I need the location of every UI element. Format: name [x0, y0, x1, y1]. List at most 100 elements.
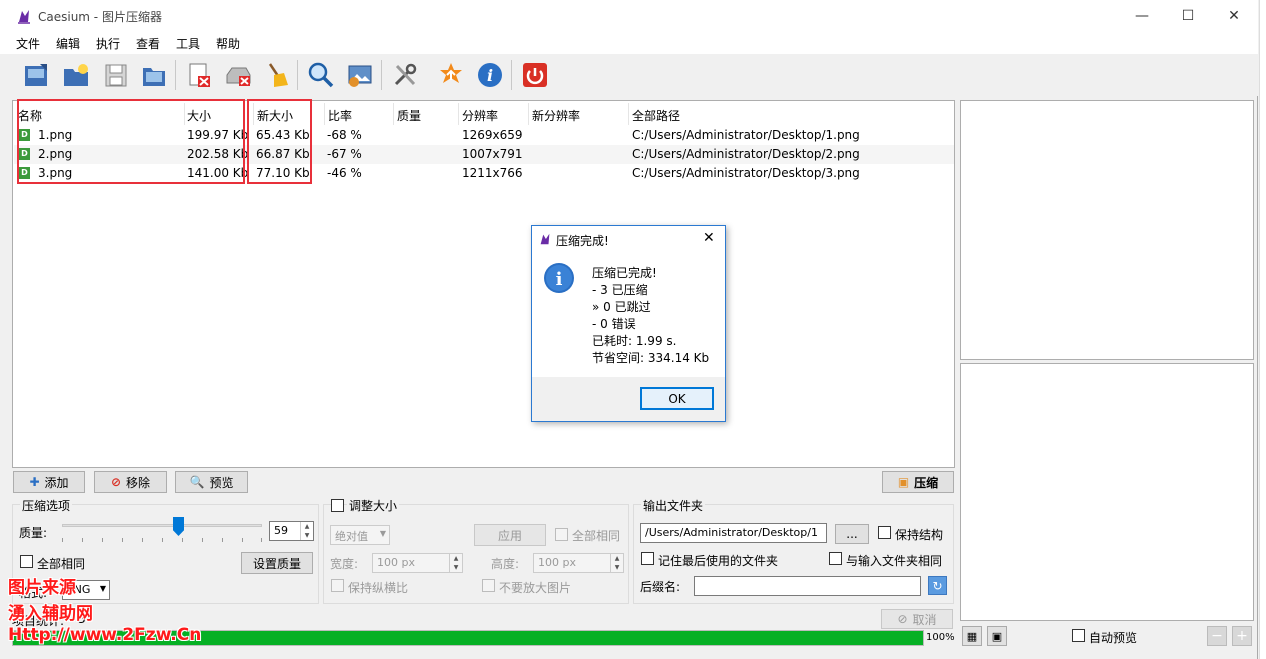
column-quality[interactable]: 质量 — [397, 107, 421, 124]
zoom-out-icon[interactable]: − — [1207, 626, 1227, 646]
output-folder-field[interactable]: /Users/Administrator/Desktop/1 — [640, 523, 827, 543]
remove-item-button[interactable] — [183, 59, 215, 91]
auto-preview-checkbox[interactable] — [1072, 629, 1085, 642]
clear-drive-icon — [226, 67, 251, 86]
open-list-icon — [143, 68, 165, 86]
clean-button[interactable] — [260, 59, 292, 91]
refresh-icon[interactable]: ↻ — [928, 576, 947, 595]
magnifier-icon — [308, 62, 334, 88]
fit-view-icon[interactable]: ▦ — [962, 626, 982, 646]
compress-icon: ▣ — [897, 475, 910, 489]
dialog-line: 压缩已完成! — [592, 266, 657, 280]
cancel-button[interactable]: ⊘ 取消 — [881, 609, 953, 629]
ok-button[interactable]: OK — [640, 387, 714, 410]
add-button[interactable]: ✚ 添加 — [13, 471, 85, 493]
add-pictures-button[interactable] — [20, 59, 52, 91]
update-star-icon — [440, 63, 462, 83]
clear-list-button[interactable] — [222, 59, 254, 91]
compare-button[interactable] — [305, 59, 337, 91]
actual-size-icon[interactable]: ▣ — [987, 626, 1007, 646]
maximize-button[interactable]: ☐ — [1165, 0, 1211, 32]
quality-slider-track[interactable] — [62, 524, 262, 527]
height-label: 高度: — [491, 557, 520, 571]
browse-button[interactable]: ... — [835, 524, 869, 544]
open-list-button[interactable] — [138, 59, 170, 91]
highlight-box-original — [17, 99, 245, 184]
zoom-in-icon[interactable]: + — [1232, 626, 1252, 646]
no-enlarge-checkbox[interactable] — [482, 579, 495, 592]
power-icon — [523, 63, 547, 87]
resize-checkbox[interactable] — [331, 499, 344, 512]
column-ratio[interactable]: 比率 — [328, 107, 352, 124]
image-preview-button[interactable] — [344, 59, 376, 91]
remove-button[interactable]: ⊘ 移除 — [94, 471, 167, 493]
update-button[interactable] — [435, 59, 467, 91]
dialog-line: 节省空间: 334.14 Kb — [592, 351, 710, 365]
save-icon — [105, 64, 127, 87]
same-as-input-checkbox[interactable] — [829, 552, 842, 565]
plus-icon: ✚ — [29, 475, 40, 489]
column-full-path[interactable]: 全部路径 — [632, 107, 680, 124]
keep-structure-checkbox[interactable] — [878, 526, 891, 539]
title-bar: Caesium - 图片压缩器 — ☐ ✕ — [0, 0, 1258, 32]
resize-same-for-all-label: 全部相同 — [572, 529, 621, 543]
quality-spinbox[interactable]: 59 ▲ ▼ — [269, 521, 314, 541]
save-list-button[interactable] — [100, 59, 132, 91]
folder-icon — [64, 64, 88, 86]
spin-arrows-icon[interactable]: ▲ ▼ — [449, 554, 462, 572]
resize-same-for-all-checkbox[interactable] — [555, 528, 568, 541]
cancel-icon: ⊘ — [897, 612, 908, 626]
dialog-line: - 0 错误 — [592, 317, 636, 331]
watermark-line3: Http://www.2Fzw.Cn — [8, 625, 202, 645]
spin-arrows-icon[interactable]: ▲ ▼ — [300, 522, 313, 540]
remember-last-label: 记住最后使用的文件夹 — [658, 554, 779, 568]
dialog-line: 已耗时: 1.99 s. — [592, 334, 677, 348]
dialog-body: i 压缩已完成! - 3 已压缩 » 0 已跳过 - 0 错误 已耗时: 1.9… — [532, 252, 725, 377]
menu-edit[interactable]: 编辑 — [56, 35, 80, 52]
menu-view[interactable]: 查看 — [136, 35, 160, 52]
minimize-button[interactable]: — — [1119, 0, 1165, 32]
compress-button[interactable]: ▣ 压缩 — [882, 471, 954, 493]
preview-button[interactable]: 🔍 预览 — [175, 471, 248, 493]
column-new-resolution[interactable]: 新分辨率 — [532, 107, 580, 124]
file-list[interactable]: 名称 大小 新大小 比率 质量 分辨率 新分辨率 全部路径 D 1.png 19… — [12, 99, 955, 468]
width-spinbox[interactable]: 100 px ▲ ▼ — [372, 553, 463, 573]
same-as-input-label: 与输入文件夹相同 — [846, 554, 943, 568]
apply-button[interactable]: 应用 — [474, 524, 546, 546]
column-resolution[interactable]: 分辨率 — [462, 107, 498, 124]
suffix-field[interactable] — [694, 576, 921, 596]
set-quality-button[interactable]: 设置质量 — [241, 552, 313, 574]
resize-mode-select[interactable]: 绝对值 ▼ — [330, 525, 390, 545]
caesium-logo-icon — [540, 233, 550, 245]
exit-button[interactable] — [519, 59, 551, 91]
toolbar: i — [0, 54, 1258, 96]
keep-ratio-checkbox[interactable] — [331, 579, 344, 592]
menu-bar: 文件 编辑 执行 查看 工具 帮助 — [0, 32, 1258, 54]
menu-tools[interactable]: 工具 — [176, 35, 200, 52]
quality-label: 质量: — [19, 526, 48, 540]
height-spinbox[interactable]: 100 px ▲ ▼ — [533, 553, 624, 573]
close-icon[interactable]: ✕ — [703, 230, 715, 246]
watermark-line1: 图片来源 — [8, 578, 76, 598]
resize-group-title: 调整大小 — [347, 497, 400, 514]
chevron-down-icon: ▼ — [99, 584, 106, 593]
window-title: Caesium - 图片压缩器 — [38, 10, 162, 24]
main-window: Caesium - 图片压缩器 — ☐ ✕ 文件 编辑 执行 查看 工具 帮助 — [0, 0, 1258, 659]
about-button[interactable]: i — [474, 59, 506, 91]
same-for-all-checkbox[interactable] — [20, 555, 33, 568]
menu-file[interactable]: 文件 — [16, 35, 40, 52]
compression-group-title: 压缩选项 — [20, 497, 73, 514]
info-icon: i — [544, 263, 574, 293]
progress-percent: 100% — [926, 632, 955, 643]
open-folder-button[interactable] — [60, 59, 92, 91]
close-window-button[interactable]: ✕ — [1211, 0, 1257, 32]
menu-help[interactable]: 帮助 — [216, 35, 240, 52]
spin-arrows-icon[interactable]: ▲ ▼ — [610, 554, 623, 572]
watermark-line2: 湧入辅助网 — [8, 604, 93, 624]
no-enlarge-label: 不要放大图片 — [499, 581, 572, 595]
settings-button[interactable] — [389, 59, 421, 91]
image-settings-icon — [348, 65, 372, 87]
remember-last-checkbox[interactable] — [641, 552, 654, 565]
menu-execute[interactable]: 执行 — [96, 35, 120, 52]
chevron-down-icon: ▼ — [379, 529, 386, 538]
